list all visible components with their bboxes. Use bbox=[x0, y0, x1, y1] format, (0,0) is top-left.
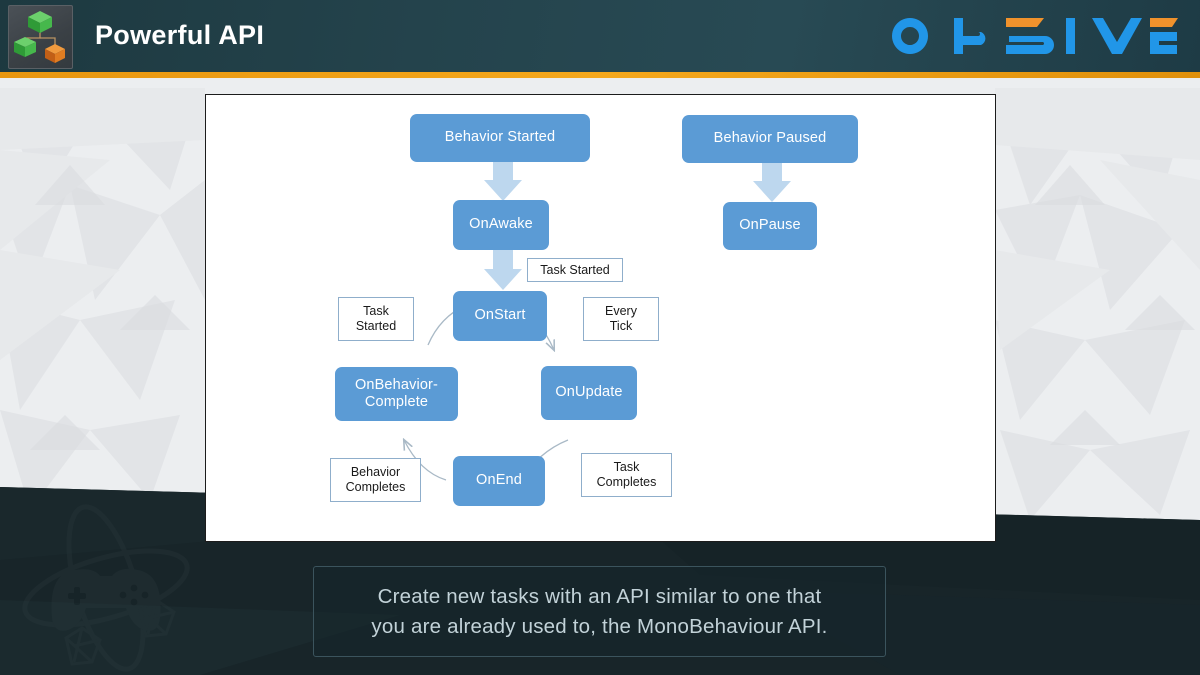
node-on-behavior-complete[interactable]: OnBehavior- Complete bbox=[335, 367, 458, 421]
label-task-completes: Task Completes bbox=[581, 453, 672, 497]
node-behavior-started[interactable]: Behavior Started bbox=[410, 114, 590, 162]
label-every-tick: Every Tick bbox=[583, 297, 659, 341]
node-behavior-paused[interactable]: Behavior Paused bbox=[682, 115, 858, 163]
caption-text: Create new tasks with an API similar to … bbox=[371, 585, 828, 638]
label-task-started-top: Task Started bbox=[527, 258, 623, 282]
node-on-pause[interactable]: OnPause bbox=[723, 202, 817, 250]
header-accent-bar bbox=[0, 72, 1200, 78]
behavior-tree-cubes-icon bbox=[8, 5, 73, 69]
node-on-start[interactable]: OnStart bbox=[453, 291, 547, 341]
caption-panel: Create new tasks with an API similar to … bbox=[313, 566, 886, 657]
node-on-end[interactable]: OnEnd bbox=[453, 456, 545, 506]
opsive-logo bbox=[888, 14, 1178, 58]
slide-header: Powerful API bbox=[0, 0, 1200, 72]
node-on-update[interactable]: OnUpdate bbox=[541, 366, 637, 420]
label-task-started-left: Task Started bbox=[338, 297, 414, 341]
slide-root: Powerful API Behavior Started Behavior P… bbox=[0, 0, 1200, 675]
diagram-panel: Behavior Started Behavior Paused OnAwake… bbox=[205, 94, 996, 542]
label-behavior-completes: Behavior Completes bbox=[330, 458, 421, 502]
node-on-awake[interactable]: OnAwake bbox=[453, 200, 549, 250]
page-title: Powerful API bbox=[95, 20, 265, 50]
